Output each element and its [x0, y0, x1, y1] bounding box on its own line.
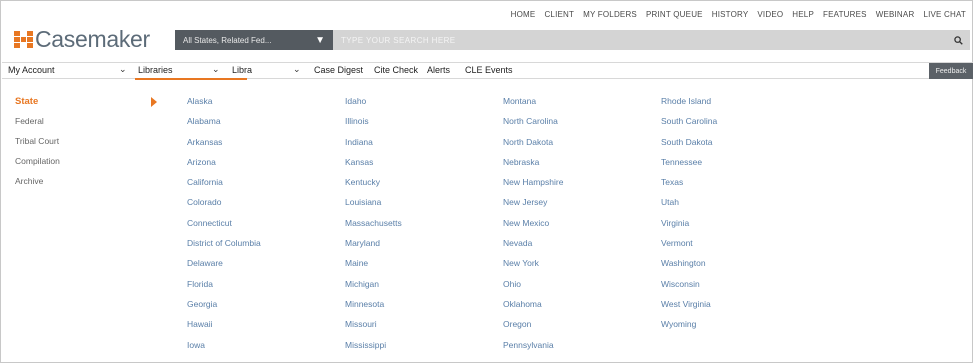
state-link[interactable]: Connecticut	[187, 218, 261, 238]
state-link[interactable]: Alabama	[187, 116, 261, 136]
state-link[interactable]: Utah	[661, 197, 717, 217]
state-link[interactable]: Ohio	[503, 279, 563, 299]
state-link[interactable]: Pennsylvania	[503, 340, 563, 360]
state-link[interactable]: Rhode Island	[661, 96, 717, 116]
nav-history[interactable]: HISTORY	[712, 10, 749, 19]
state-link[interactable]: Illinois	[345, 116, 402, 136]
menu-libra[interactable]: Libra	[232, 65, 252, 75]
state-link[interactable]: South Carolina	[661, 116, 717, 136]
app-window: HOME CLIENT MY FOLDERS PRINT QUEUE HISTO…	[0, 0, 973, 363]
state-link[interactable]: Wisconsin	[661, 279, 717, 299]
state-link[interactable]: Tennessee	[661, 157, 717, 177]
casemaker-logo[interactable]: Casemaker	[14, 26, 150, 53]
state-link[interactable]: Arizona	[187, 157, 261, 177]
state-link[interactable]: Missouri	[345, 319, 402, 339]
state-link[interactable]: Nevada	[503, 238, 563, 258]
state-link[interactable]: South Dakota	[661, 137, 717, 157]
state-link[interactable]: Virginia	[661, 218, 717, 238]
menu-libraries[interactable]: Libraries	[138, 65, 173, 75]
state-link[interactable]: Alaska	[187, 96, 261, 116]
state-link[interactable]: Mississippi	[345, 340, 402, 360]
search-input[interactable]	[341, 35, 946, 45]
nav-webinar[interactable]: WEBINAR	[876, 10, 915, 19]
state-link[interactable]: Oklahoma	[503, 299, 563, 319]
search-scope-dropdown[interactable]: All States, Related Fed... ▼	[175, 30, 333, 50]
state-link[interactable]: Indiana	[345, 137, 402, 157]
states-column-2: Idaho Illinois Indiana Kansas Kentucky L…	[345, 96, 402, 360]
nav-print-queue[interactable]: PRINT QUEUE	[646, 10, 703, 19]
state-link[interactable]: Wyoming	[661, 319, 717, 339]
nav-my-folders[interactable]: MY FOLDERS	[583, 10, 637, 19]
nav-client[interactable]: CLIENT	[544, 10, 574, 19]
state-link[interactable]: Minnesota	[345, 299, 402, 319]
menu-case-digest[interactable]: Case Digest	[314, 65, 363, 75]
menu-alerts[interactable]: Alerts	[427, 65, 450, 75]
logo-wordmark: Casemaker	[35, 26, 150, 52]
state-link[interactable]: Iowa	[187, 340, 261, 360]
state-link[interactable]: New York	[503, 258, 563, 278]
nav-live-chat[interactable]: LIVE CHAT	[923, 10, 966, 19]
libraries-chevron-down-icon[interactable]: ⌄	[212, 64, 220, 75]
nav-features[interactable]: FEATURES	[823, 10, 867, 19]
state-link[interactable]: North Carolina	[503, 116, 563, 136]
libraries-active-underline	[135, 78, 247, 80]
states-column-4: Rhode Island South Carolina South Dakota…	[661, 96, 717, 340]
menu-cle-events[interactable]: CLE Events	[465, 65, 513, 75]
state-link[interactable]: Maine	[345, 258, 402, 278]
nav-home[interactable]: HOME	[511, 10, 536, 19]
menu-cite-check[interactable]: Cite Check	[374, 65, 418, 75]
state-link[interactable]: Michigan	[345, 279, 402, 299]
search-button[interactable]	[946, 30, 970, 50]
state-link[interactable]: Arkansas	[187, 137, 261, 157]
state-link[interactable]: Oregon	[503, 319, 563, 339]
states-column-1: Alaska Alabama Arkansas Arizona Californ…	[187, 96, 261, 360]
state-link[interactable]: Delaware	[187, 258, 261, 278]
library-type-federal[interactable]: Federal	[15, 116, 60, 136]
search-icon	[953, 35, 963, 45]
libra-chevron-down-icon[interactable]: ⌄	[293, 64, 301, 75]
library-type-list: State Federal Tribal Court Compilation A…	[15, 96, 60, 196]
selected-arrow-icon	[151, 97, 157, 107]
state-link[interactable]: Florida	[187, 279, 261, 299]
library-type-archive[interactable]: Archive	[15, 176, 60, 196]
state-link[interactable]: New Jersey	[503, 197, 563, 217]
state-link[interactable]: Nebraska	[503, 157, 563, 177]
search-scope-value: All States, Related Fed...	[183, 35, 272, 45]
state-link[interactable]: Louisiana	[345, 197, 402, 217]
state-link[interactable]: Colorado	[187, 197, 261, 217]
state-link[interactable]: Texas	[661, 177, 717, 197]
state-link[interactable]: Kentucky	[345, 177, 402, 197]
state-link[interactable]: Idaho	[345, 96, 402, 116]
logo-mark-icon	[14, 31, 33, 48]
state-link[interactable]: California	[187, 177, 261, 197]
state-link[interactable]: North Dakota	[503, 137, 563, 157]
state-link[interactable]: New Hampshire	[503, 177, 563, 197]
library-type-compilation[interactable]: Compilation	[15, 156, 60, 176]
state-link[interactable]: West Virginia	[661, 299, 717, 319]
library-type-state[interactable]: State	[15, 96, 60, 116]
state-link[interactable]: Montana	[503, 96, 563, 116]
library-type-tribal-court[interactable]: Tribal Court	[15, 136, 60, 156]
state-link[interactable]: Kansas	[345, 157, 402, 177]
search-query-wrapper	[333, 30, 946, 50]
chevron-down-icon: ▼	[315, 35, 325, 46]
state-link[interactable]: District of Columbia	[187, 238, 261, 258]
states-column-3: Montana North Carolina North Dakota Nebr…	[503, 96, 563, 360]
state-link[interactable]: Hawaii	[187, 319, 261, 339]
state-link[interactable]: New Mexico	[503, 218, 563, 238]
state-link[interactable]: Maryland	[345, 238, 402, 258]
nav-help[interactable]: HELP	[792, 10, 814, 19]
nav-video[interactable]: VIDEO	[757, 10, 783, 19]
top-utility-nav: HOME CLIENT MY FOLDERS PRINT QUEUE HISTO…	[511, 10, 966, 19]
state-link[interactable]: Vermont	[661, 238, 717, 258]
feedback-button[interactable]: Feedback	[929, 63, 973, 79]
menu-my-account[interactable]: My Account	[8, 65, 55, 75]
search-bar: All States, Related Fed... ▼	[175, 30, 970, 50]
main-menu-bar: My Account ⌄ Libraries ⌄ Libra ⌄ Case Di…	[2, 62, 973, 80]
my-account-chevron-down-icon[interactable]: ⌄	[119, 64, 127, 75]
state-link[interactable]: Massachusetts	[345, 218, 402, 238]
state-link[interactable]: Washington	[661, 258, 717, 278]
state-link[interactable]: Georgia	[187, 299, 261, 319]
